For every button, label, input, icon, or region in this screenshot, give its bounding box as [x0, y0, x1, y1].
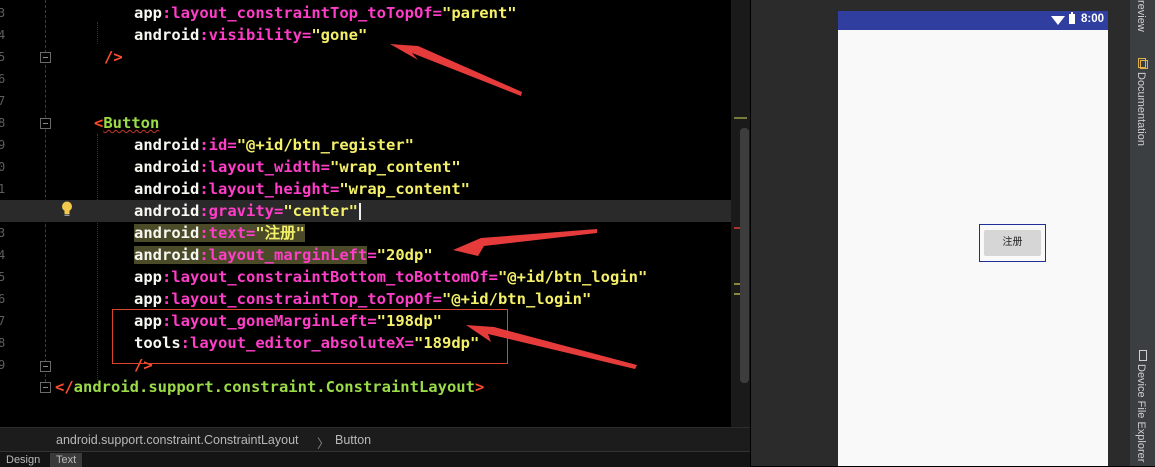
breadcrumb-parent[interactable]: android.support.constraint.ConstraintLay…: [56, 433, 299, 447]
breadcrumb: android.support.constraint.ConstraintLay…: [0, 427, 750, 452]
arrow-to-visibility: [390, 44, 522, 96]
vertical-scrollbar[interactable]: [740, 128, 749, 383]
tab-device-file-explorer[interactable]: Device File Explorer: [1135, 364, 1147, 462]
stripe-mark[interactable]: [734, 117, 747, 119]
code-editor[interactable]: 3 4 5 6 7 8 9 0 1 2 3 4 5 6 7 8 9 app:la…: [0, 0, 750, 427]
documentation-icon: [1138, 58, 1148, 69]
tab-text[interactable]: Text: [50, 453, 83, 467]
battery-icon: [1069, 12, 1075, 24]
device-screen: 8:00 注册: [838, 11, 1108, 466]
tab-preview[interactable]: review: [1135, 0, 1147, 32]
device-icon: [1139, 350, 1147, 361]
breadcrumb-separator: 〉: [317, 437, 330, 451]
editor-mode-tabs: Design Text: [0, 451, 750, 467]
selected-widget-outline[interactable]: 注册: [979, 224, 1046, 262]
right-tool-window-bar: review Documentation Device File Explore…: [1129, 0, 1155, 466]
tab-design[interactable]: Design: [0, 453, 46, 467]
wifi-icon: [1051, 16, 1065, 25]
layout-preview-panel: 8:00 注册: [751, 0, 1129, 466]
tab-documentation[interactable]: Documentation: [1135, 72, 1147, 146]
annotation-arrows: [390, 44, 637, 369]
register-button-preview[interactable]: 注册: [984, 230, 1041, 256]
status-bar: 8:00: [838, 11, 1108, 30]
status-time: 8:00: [1080, 13, 1104, 25]
breadcrumb-child[interactable]: Button: [335, 433, 371, 447]
arrow-to-marginleft: [453, 229, 597, 256]
arrow-to-gonemargin: [466, 325, 637, 369]
